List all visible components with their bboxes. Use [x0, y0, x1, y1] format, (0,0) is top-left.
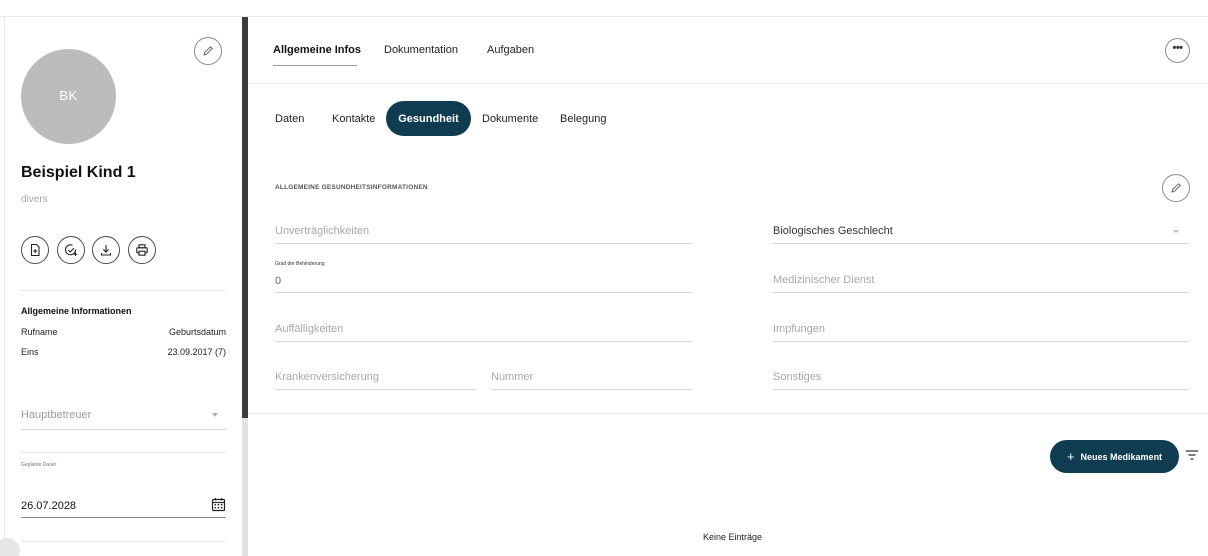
sidebar-divider-2 — [21, 452, 226, 453]
geplante-dauer-value: 26.07.2028 — [21, 500, 77, 512]
chevron-down-icon — [1173, 230, 1179, 233]
hauptbetreuer-placeholder: Hauptbetreuer — [21, 409, 92, 421]
rufname-value: Eins — [21, 347, 39, 357]
sidebar-divider-3 — [21, 541, 226, 542]
empty-list-message: Keine Einträge — [703, 532, 763, 542]
new-medication-button[interactable]: + Neues Medikament — [1050, 440, 1179, 473]
main-panel: Allgemeine Infos Dokumentation Aufgaben … — [248, 17, 1208, 556]
edit-health-button[interactable] — [1162, 174, 1190, 202]
impfungen-placeholder: Impfungen — [773, 323, 825, 335]
geplante-dauer-input[interactable]: 26.07.2028 — [21, 494, 226, 518]
auffaelligkeiten-placeholder: Auffälligkeiten — [275, 323, 344, 335]
printer-icon — [136, 244, 148, 256]
pencil-icon — [1171, 183, 1181, 193]
filter-icon[interactable] — [1185, 449, 1199, 461]
medizinischer-dienst-placeholder: Medizinischer Dienst — [773, 274, 875, 286]
nummer-input[interactable]: Nummer — [491, 360, 692, 390]
medizinischer-dienst-input[interactable]: Medizinischer Dienst — [773, 263, 1189, 293]
pencil-icon — [203, 46, 213, 56]
info-heading: Allgemeine Informationen — [21, 306, 132, 316]
tab-dokumentation[interactable]: Dokumentation — [384, 44, 458, 56]
child-name: Beispiel Kind 1 — [21, 164, 136, 181]
edit-profile-button[interactable] — [194, 37, 222, 65]
active-tab-underline — [273, 65, 357, 66]
tab-allgemeine-infos[interactable]: Allgemeine Infos — [273, 44, 361, 56]
rufname-label: Rufname — [21, 327, 58, 337]
tabs-divider — [248, 83, 1208, 84]
sidebar-divider — [21, 290, 226, 291]
unvertraeglichkeiten-input[interactable]: Unverträglichkeiten — [275, 214, 692, 244]
add-task-button[interactable] — [57, 236, 85, 264]
check-circle-plus-icon — [65, 244, 78, 256]
calendar-icon[interactable] — [211, 497, 226, 512]
download-icon — [100, 245, 112, 256]
file-plus-icon — [30, 243, 40, 257]
hauptbetreuer-select[interactable]: Hauptbetreuer — [21, 400, 226, 430]
unvertraeglichkeiten-placeholder: Unverträglichkeiten — [275, 225, 370, 237]
impfungen-input[interactable]: Impfungen — [773, 312, 1189, 342]
subtab-gesundheit[interactable]: Gesundheit — [386, 101, 471, 136]
more-options-button[interactable]: ••• — [1165, 38, 1190, 63]
chevron-down-icon — [212, 413, 218, 417]
biologisches-geschlecht-placeholder: Biologisches Geschlecht — [773, 225, 893, 237]
biologisches-geschlecht-select[interactable]: Biologisches Geschlecht — [773, 214, 1189, 244]
sonstiges-input[interactable]: Sonstiges — [773, 360, 1189, 390]
new-medication-label: Neues Medikament — [1080, 451, 1163, 462]
subtab-dokumente[interactable]: Dokumente — [482, 113, 538, 127]
add-document-button[interactable] — [21, 236, 49, 264]
subtab-belegung[interactable]: Belegung — [560, 113, 607, 127]
subtab-kontakte[interactable]: Kontakte — [332, 113, 375, 127]
section-title: ALLGEMEINE GESUNDHEITSINFORMATIONEN — [275, 184, 428, 191]
avatar: BK — [21, 49, 116, 144]
plus-icon: + — [1066, 449, 1075, 464]
ellipsis-icon: ••• — [1172, 41, 1183, 54]
nummer-placeholder: Nummer — [491, 371, 534, 383]
geplante-dauer-label: Geplante Dauer — [21, 462, 57, 468]
download-button[interactable] — [92, 236, 120, 264]
grad-behinderung-input[interactable]: 0 — [275, 263, 692, 293]
krankenversicherung-placeholder: Krankenversicherung — [275, 371, 379, 383]
birthdate-value: 23.09.2017 (7) — [167, 347, 226, 357]
birthdate-label: Geburtsdatum — [168, 327, 226, 337]
subtab-daten[interactable]: Daten — [275, 113, 304, 127]
print-button[interactable] — [128, 236, 156, 264]
section-divider — [248, 413, 1208, 414]
sonstiges-placeholder: Sonstiges — [773, 371, 822, 383]
auffaelligkeiten-input[interactable]: Auffälligkeiten — [275, 312, 692, 342]
child-gender: divers — [21, 194, 48, 205]
tab-aufgaben[interactable]: Aufgaben — [487, 44, 534, 56]
grad-value: 0 — [275, 275, 282, 287]
krankenversicherung-input[interactable]: Krankenversicherung — [275, 360, 476, 390]
